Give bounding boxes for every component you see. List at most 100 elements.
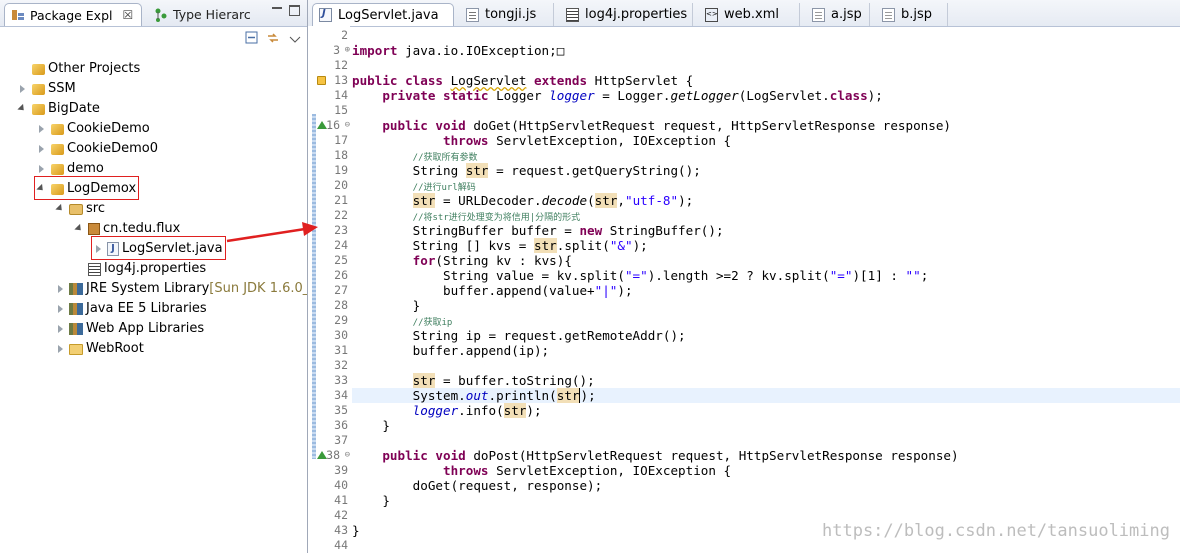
tree-node-label: CookieDemo [67,120,150,136]
tree-node[interactable]: BigDate [18,98,100,118]
collapsed-arrow-icon[interactable] [56,344,65,353]
code-line[interactable]: str = URLDecoder.decode(str,"utf-8"); [352,193,1180,208]
code-line[interactable] [352,28,1180,43]
editor-tab-label: tongji.js [485,7,537,22]
tab-type-hierarchy[interactable]: Type Hierarc [148,3,253,26]
editor-tab[interactable]: log4j.properties [560,3,693,26]
code-line[interactable]: buffer.append(value+"|"); [352,283,1180,298]
code-line[interactable]: public void doPost(HttpServletRequest re… [352,448,1180,463]
collapse-all-icon[interactable] [245,31,259,45]
tree-node[interactable]: Other Projects [18,58,140,78]
collapsed-arrow-icon[interactable] [56,284,65,293]
expanded-arrow-icon[interactable] [75,224,84,233]
code-line[interactable]: throws ServletException, IOException { [352,463,1180,478]
editor-tab-label: web.xml [724,7,779,22]
code-line[interactable]: String ip = request.getRemoteAddr(); [352,328,1180,343]
code-line[interactable]: buffer.append(ip); [352,343,1180,358]
tree-node[interactable]: log4j.properties [75,258,206,278]
editor-tab-label: LogServlet.java [338,7,439,23]
override-marker-icon[interactable] [317,451,327,459]
collapsed-arrow-icon[interactable] [56,304,65,313]
code-line[interactable]: //进行url解码 [352,178,1180,193]
code-line[interactable]: logger.info(str); [352,403,1180,418]
collapsed-arrow-icon[interactable] [56,324,65,333]
code-area[interactable]: 2 3 ⊕ 12 13 14 15 16 ⊖ 17 18 19 20 21 22 23 24 25 26 27 28 29… [308,26,1180,553]
tree-node[interactable]: Web App Libraries [56,318,204,338]
tree-node[interactable]: CookieDemo0 [37,138,158,158]
tree-node[interactable]: WebRoot [56,338,144,358]
link-with-editor-icon[interactable] [266,31,280,45]
tree-node[interactable]: Java EE 5 Libraries [56,298,207,318]
editor-tab[interactable]: LogServlet.java [312,3,454,26]
collapse-fold-icon[interactable]: ⊖ [345,448,350,463]
code-line[interactable]: String str = request.getQueryString(); [352,163,1180,178]
code-line[interactable] [352,358,1180,373]
tab-package-explorer[interactable]: Package Expl ☒ [4,3,142,26]
maximize-icon[interactable] [289,5,300,16]
code-line[interactable]: //将str进行处理变为将信用|分隔的形式 [352,208,1180,223]
line-number: 30 [334,328,348,342]
type-hierarchy-icon [154,8,168,22]
expand-fold-icon[interactable]: ⊕ [345,43,350,58]
code-line[interactable]: System.out.println(str); [352,388,1180,403]
code-line[interactable]: } [352,298,1180,313]
line-number: 14 [334,88,348,102]
code-line[interactable]: String value = kv.split("=").length >=2 … [352,268,1180,283]
highlight-box [34,176,139,200]
code-line[interactable]: String [] kvs = str.split("&"); [352,238,1180,253]
tree-node[interactable]: src [56,198,105,218]
tree-node[interactable]: CookieDemo [37,118,150,138]
close-icon[interactable]: ☒ [123,8,134,22]
folder-icon [69,344,83,355]
code-line[interactable]: throws ServletException, IOException { [352,133,1180,148]
expanded-arrow-icon[interactable] [56,204,65,213]
tree-node[interactable]: SSM [18,78,76,98]
code-line[interactable] [352,58,1180,73]
package-icon [88,223,100,235]
code-line[interactable]: private static Logger logger = Logger.ge… [352,88,1180,103]
code-line[interactable]: doGet(request, response); [352,478,1180,493]
code-line[interactable]: } [352,493,1180,508]
code-line[interactable]: for(String kv : kvs){ [352,253,1180,268]
collapsed-arrow-icon[interactable] [18,84,27,93]
line-number: 35 [334,403,348,417]
line-number: 40 [334,478,348,492]
library-icon [69,323,83,335]
override-marker-icon[interactable] [317,121,327,129]
line-number: 20 [334,178,348,192]
tree-node-label: Java EE 5 Libraries [86,300,207,316]
collapse-fold-icon[interactable]: ⊖ [345,118,350,133]
java-file-icon [319,8,332,22]
code-line[interactable]: } [352,418,1180,433]
line-number: 24 [334,238,348,252]
tree-node[interactable]: cn.tedu.flux [75,218,180,238]
editor-tab[interactable]: b.jsp [876,3,948,26]
code-line[interactable]: StringBuffer buffer = new StringBuffer()… [352,223,1180,238]
tree-node-label: src [86,200,105,216]
code-line[interactable]: //获取ip [352,313,1180,328]
warning-marker-icon[interactable] [317,76,326,85]
code-line[interactable]: import java.io.IOException;□ [352,43,1180,58]
editor-tab[interactable]: tongji.js [460,3,554,26]
collapsed-arrow-icon[interactable] [37,164,46,173]
editor-tab[interactable]: web.xml [699,3,800,26]
tree-node-label: Web App Libraries [86,320,205,336]
editor-tab[interactable]: a.jsp [806,3,870,26]
code-line[interactable]: //获取所有参数 [352,148,1180,163]
view-menu-icon[interactable] [289,33,303,47]
line-number: 32 [334,358,348,372]
tree-node[interactable]: demo [37,158,104,178]
minimize-icon[interactable] [272,7,282,9]
code-line[interactable] [352,103,1180,118]
line-number: 29 [334,313,348,327]
line-number: 19 [334,163,348,177]
code-line[interactable]: public class LogServlet extends HttpServ… [352,73,1180,88]
collapsed-arrow-icon[interactable] [37,124,46,133]
code-line[interactable]: str = buffer.toString(); [352,373,1180,388]
code-line[interactable] [352,433,1180,448]
tree-node[interactable]: JRE System Library [Sun JDK 1.6.0_13] [56,278,307,298]
code-line[interactable]: public void doGet(HttpServletRequest req… [352,118,1180,133]
expanded-arrow-icon[interactable] [18,104,27,113]
collapsed-arrow-icon[interactable] [37,144,46,153]
line-number: 21 [334,193,348,207]
